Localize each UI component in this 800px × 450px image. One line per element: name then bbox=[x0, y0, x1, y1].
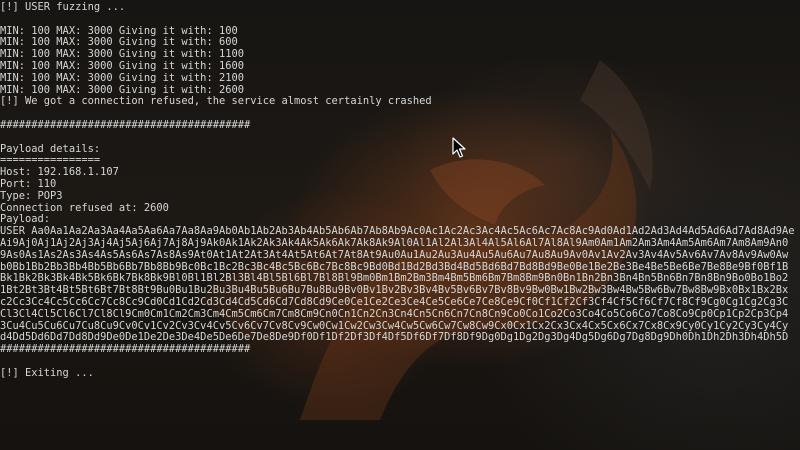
terminal-line: ######################################## bbox=[0, 119, 251, 131]
terminal-line: 9As0As1As2As3As4As5As6As7As8As9At0At1At2… bbox=[0, 249, 789, 261]
terminal-line: [!] We got a connection refused, the ser… bbox=[0, 96, 432, 108]
terminal-line: [!] USER fuzzing ... bbox=[0, 2, 126, 13]
mouse-pointer-icon bbox=[452, 137, 466, 159]
terminal-line: Connection refused at: 2600 bbox=[0, 202, 169, 214]
terminal-line: USER Aa0Aa1Aa2Aa3Aa4Aa5Aa6Aa7Aa8Aa9Ab0Ab… bbox=[0, 226, 795, 238]
terminal-line: 3Cu4Cu5Cu6Cu7Cu8Cu9Cv0Cv1Cv2Cv3Cv4Cv5Cv6… bbox=[0, 320, 789, 332]
terminal-line: 1Bt2Bt3Bt4Bt5Bt6Bt7Bt8Bt9Bu0Bu1Bu2Bu3Bu4… bbox=[0, 285, 789, 297]
terminal-line: MIN: 100 MAX: 3000 Giving it with: 1100 bbox=[0, 49, 244, 61]
terminal-line: c2Cc3Cc4Cc5Cc6Cc7Cc8Cc9Cd0Cd1Cd2Cd3Cd4Cd… bbox=[0, 296, 789, 308]
terminal-output[interactable]: [!] USER fuzzing ... MIN: 100 MAX: 3000 G… bbox=[0, 2, 800, 391]
terminal-line: MIN: 100 MAX: 3000 Giving it with: 2600 bbox=[0, 84, 244, 96]
terminal-line: MIN: 100 MAX: 3000 Giving it with: 100 bbox=[0, 25, 238, 37]
terminal-line: Host: 192.168.1.107 bbox=[0, 167, 119, 179]
terminal-line: b0Bb1Bb2Bb3Bb4Bb5Bb6Bb7Bb8Bb9Bc0Bc1Bc2Bc… bbox=[0, 261, 789, 273]
terminal-line: ######################################## bbox=[0, 344, 251, 356]
terminal-line: Cl3Cl4Cl5Cl6Cl7Cl8Cl9Cm0Cm1Cm2Cm3Cm4Cm5C… bbox=[0, 308, 789, 320]
terminal-line: d4Dd5Dd6Dd7Dd8Dd9De0De1De2De3De4De5De6De… bbox=[0, 332, 789, 344]
terminal-line: Port: 110 bbox=[0, 178, 57, 190]
terminal-line: MIN: 100 MAX: 3000 Giving it with: 600 bbox=[0, 37, 238, 49]
terminal-line: MIN: 100 MAX: 3000 Giving it with: 1600 bbox=[0, 60, 244, 72]
terminal-line: Bk1Bk2Bk3Bk4Bk5Bk6Bk7Bk8Bk9Bl0Bl1Bl2Bl3B… bbox=[0, 273, 789, 285]
terminal-line: MIN: 100 MAX: 3000 Giving it with: 2100 bbox=[0, 72, 244, 84]
terminal-line: Payload: bbox=[0, 214, 51, 226]
terminal-line: Type: POP3 bbox=[0, 190, 63, 202]
terminal-line: Payload details: bbox=[0, 143, 101, 155]
terminal-line: ================ bbox=[0, 155, 101, 167]
terminal-line: [!] Exiting ... bbox=[0, 367, 94, 379]
terminal-line: Ai9Aj0Aj1Aj2Aj3Aj4Aj5Aj6Aj7Aj8Aj9Ak0Ak1A… bbox=[0, 237, 789, 249]
